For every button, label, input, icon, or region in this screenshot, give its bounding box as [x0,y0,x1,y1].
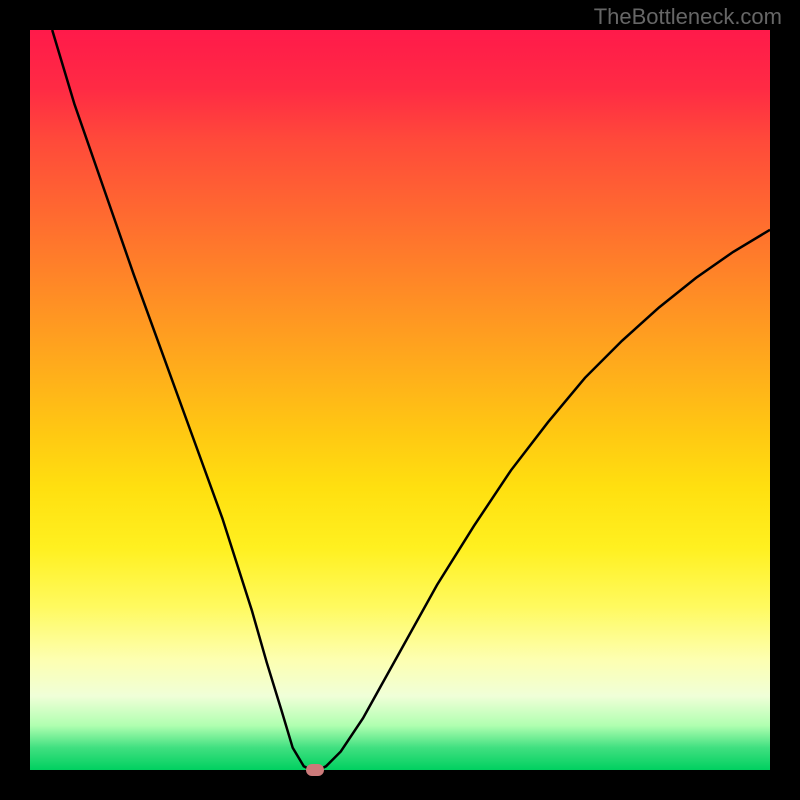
optimal-point-marker [306,764,324,776]
curve-svg [30,30,770,770]
chart-plot-area [30,30,770,770]
bottleneck-curve-line [52,30,770,770]
watermark-text: TheBottleneck.com [594,4,782,30]
